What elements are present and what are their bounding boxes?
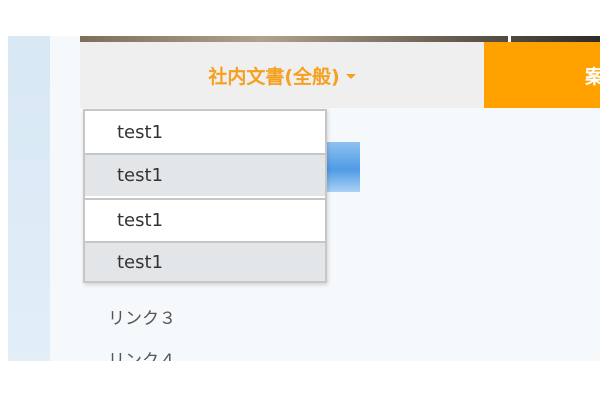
dropdown-item-label: test1: [117, 210, 164, 231]
caret-down-icon: [345, 73, 356, 79]
sidebar-link-3[interactable]: リンク３: [108, 304, 176, 329]
nav-tab-internal-documents[interactable]: 社内文書(全般): [80, 42, 484, 108]
dropdown-item-1[interactable]: test1: [85, 111, 325, 153]
dropdown-item-3[interactable]: test1: [85, 198, 325, 241]
dropdown-item-4[interactable]: test1: [85, 241, 325, 281]
nav-tab-search-label: 案: [584, 65, 600, 88]
bottom-crop-area: [0, 361, 600, 400]
dropdown-item-2[interactable]: test1: [85, 153, 325, 196]
dropdown-item-label: test1: [117, 121, 164, 143]
dropdown-item-label: test1: [117, 251, 164, 273]
screenshot-stage: 社内文書(全般) 案 リンク３ リンク４ test1 test1 test1 t…: [0, 0, 600, 400]
nav-tab-search[interactable]: 案: [484, 42, 600, 108]
dropdown-item-label: test1: [117, 165, 164, 186]
documents-dropdown-menu: test1 test1 test1 test1: [83, 109, 327, 283]
nav-tab-internal-documents-label: 社内文書(全般): [208, 65, 340, 88]
left-sidebar-gradient: [8, 36, 50, 361]
